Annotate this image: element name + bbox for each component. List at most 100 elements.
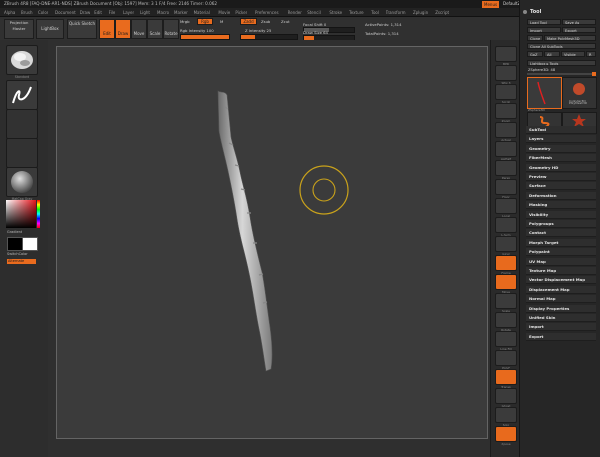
menu-item-movie[interactable]: Movie	[218, 10, 230, 15]
subpalette-polygroups[interactable]: Polygroups	[526, 220, 596, 228]
material-thumbnail[interactable]: MatCap Gray	[6, 167, 38, 201]
subpalette-subtool[interactable]: SubTool	[526, 126, 596, 134]
mrgb-toggle[interactable]: Mrgb	[180, 19, 190, 24]
all-button[interactable]: All	[544, 51, 560, 57]
secondary-color-swatch[interactable]	[22, 237, 38, 251]
m-toggle[interactable]: M	[220, 19, 223, 24]
shelf-button-xpose[interactable]: Xpose	[495, 426, 517, 446]
stroke-thumbnail[interactable]: FreeHand	[6, 80, 38, 114]
menu-item-material[interactable]: Material	[194, 10, 210, 15]
lightbox-tools-button[interactable]: Lightbox ▸ Tools	[527, 60, 596, 66]
subpalette-visibility[interactable]: Visibility	[526, 210, 596, 219]
edit-button[interactable]: Edit	[99, 19, 115, 39]
menu-item-picker[interactable]: Picker	[235, 10, 247, 15]
subpalette-polypaint[interactable]: Polypaint	[526, 248, 596, 257]
quick-sketch-button[interactable]: Quick Sketch	[67, 19, 97, 39]
shelf-button-line-fill[interactable]: Line Fill	[495, 331, 517, 351]
menu-item-texture[interactable]: Texture	[349, 10, 364, 15]
shelf-button-scale[interactable]: Scale	[495, 293, 517, 313]
subpalette-morph-target[interactable]: Morph Target	[526, 238, 596, 247]
menu-item-stencil[interactable]: Stencil	[307, 10, 321, 15]
shelf-button-local[interactable]: Local	[495, 198, 517, 218]
subpalette-surface[interactable]: Surface	[526, 182, 596, 191]
main-color-swatch[interactable]	[7, 237, 23, 251]
palette-close-icon[interactable]	[523, 10, 527, 14]
hue-strip[interactable]	[37, 200, 40, 228]
rotate-button[interactable]: Rotate	[163, 19, 179, 39]
menu-item-light[interactable]: Light	[140, 10, 150, 15]
switch-color-button[interactable]: SwitchColor	[7, 252, 28, 256]
visible-button[interactable]: Visible	[561, 51, 585, 57]
shelf-button-ghost[interactable]: Ghost	[495, 388, 517, 408]
zadd-toggle[interactable]: Zadd	[240, 18, 257, 25]
menu-item-transform[interactable]: Transform	[386, 10, 406, 15]
zsphere-slider[interactable]: ZSphere3D: 48	[528, 68, 555, 72]
color-picker[interactable]	[6, 200, 36, 228]
goz-button[interactable]: GoZ	[527, 51, 543, 57]
texture-thumbnail[interactable]: Texture Off	[6, 138, 38, 172]
subpalette-geometry-hd[interactable]: Geometry HD	[526, 163, 596, 172]
clone-button[interactable]: Clone	[527, 35, 543, 41]
subpalette-masking[interactable]: Masking	[526, 201, 596, 210]
menu-item-zscript[interactable]: Zscript	[435, 10, 449, 15]
subpalette-preview[interactable]: Preview	[526, 173, 596, 181]
menu-item-macro[interactable]: Macro	[157, 10, 169, 15]
menu-item-tool[interactable]: Tool	[371, 10, 379, 15]
menu-item-preferences[interactable]: Preferences	[255, 10, 279, 15]
shelf-button-l-sym[interactable]: L.Sym	[495, 217, 517, 237]
menu-item-zplugin[interactable]: Zplugin	[413, 10, 428, 15]
shelf-button-rotate[interactable]: Rotate	[495, 312, 517, 332]
shelf-button-transp[interactable]: Transp	[495, 369, 517, 389]
subpalette-normal-map[interactable]: Normal Map	[526, 295, 596, 304]
scale-button[interactable]: Scale	[147, 19, 163, 39]
menu-item-edit[interactable]: Edit	[94, 10, 102, 15]
lightbox-button[interactable]: LightBox	[36, 19, 64, 39]
import-button[interactable]: Import	[527, 27, 561, 33]
tool-thumb-zsphere[interactable]	[527, 77, 562, 109]
document-canvas[interactable]	[56, 46, 488, 439]
subpalette-unified-skin[interactable]: Unified Skin	[526, 314, 596, 322]
shelf-button-polyf[interactable]: PolyF	[495, 350, 517, 370]
alternate-button[interactable]: Alternate	[7, 259, 36, 264]
subpalette-fibermesh[interactable]: FiberMesh	[526, 154, 596, 163]
subpalette-vector-displacement-map[interactable]: Vector Displacement Map	[526, 276, 596, 285]
shelf-button-bpr[interactable]: BPR	[495, 46, 517, 66]
menu-item-stroke[interactable]: Stroke	[329, 10, 342, 15]
subpalette-texture-map[interactable]: Texture Map	[526, 267, 596, 275]
clone-all-subtools-button[interactable]: Clone All SubTools	[527, 43, 596, 49]
z-intensity-slider[interactable]: Z Intensity 25	[245, 28, 271, 33]
brush-thumbnail[interactable]: Standard	[6, 45, 38, 79]
save-as-button[interactable]: Save As	[562, 19, 596, 25]
move-button[interactable]: Move	[131, 19, 147, 39]
shelf-button-gxyz[interactable]: Gxyz	[495, 236, 517, 256]
zsphere-slider-track[interactable]	[527, 72, 596, 76]
draw-button[interactable]: Draw	[115, 19, 131, 39]
shelf-button-actual[interactable]: Actual	[495, 122, 517, 142]
make-polymesh-button[interactable]: Make PolyMesh3D	[544, 35, 596, 41]
subpalette-display-properties[interactable]: Display Properties	[526, 304, 596, 313]
rgb-intensity-slider[interactable]: Rgb Intensity 100	[180, 28, 214, 33]
shelf-button-frame[interactable]: Frame	[495, 255, 517, 275]
alpha-thumbnail[interactable]: Alpha Off	[6, 109, 38, 143]
zsub-toggle[interactable]: Zsub	[261, 19, 270, 24]
shelf-button-aahalf[interactable]: AAHalf	[495, 141, 517, 161]
r-button[interactable]: R	[586, 51, 596, 57]
shelf-button-solo[interactable]: Solo	[495, 407, 517, 427]
subpalette-contact[interactable]: Contact	[526, 229, 596, 238]
subpalette-displacement-map[interactable]: Displacement Map	[526, 285, 596, 294]
zcut-toggle[interactable]: Zcut	[281, 19, 290, 24]
rgb-toggle[interactable]: Rgb	[197, 18, 213, 25]
menu-item-alpha[interactable]: Alpha	[4, 10, 15, 15]
menu-item-draw[interactable]: Draw	[80, 10, 90, 15]
export-button[interactable]: Export	[562, 27, 596, 33]
load-tool-button[interactable]: Load Tool	[527, 19, 561, 25]
gradient-label[interactable]: Gradient	[7, 230, 22, 234]
menu-item-layer[interactable]: Layer	[123, 10, 134, 15]
projection-master-button[interactable]: Projection Master	[4, 19, 34, 39]
subpalette-geometry[interactable]: Geometry	[526, 144, 596, 153]
menu-item-brush[interactable]: Brush	[21, 10, 33, 15]
shelf-button-zoom[interactable]: Zoom	[495, 103, 517, 123]
menu-item-marker[interactable]: Marker	[174, 10, 188, 15]
shelf-button-scroll[interactable]: Scroll	[495, 84, 517, 104]
tool-title[interactable]: Tool	[530, 9, 541, 15]
